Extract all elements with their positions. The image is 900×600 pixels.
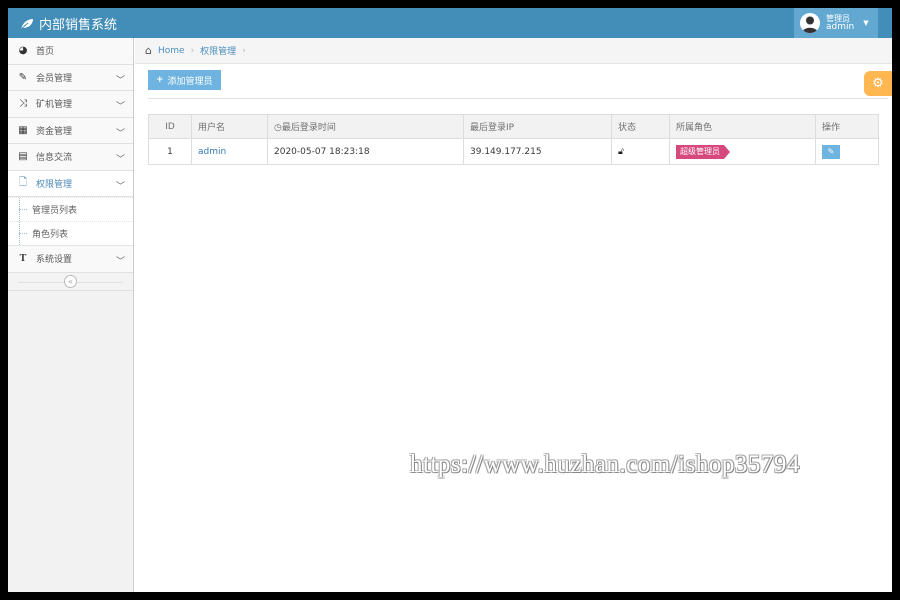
submenu-item-role-list[interactable]: 角色列表: [8, 221, 133, 245]
sidebar-item-label: 权限管理: [36, 179, 73, 190]
list-alt-icon: ▤: [18, 151, 28, 163]
sidebar-item-funds[interactable]: ▦ 资金管理 ﹀: [8, 117, 133, 144]
chevron-down-icon: ﹀: [115, 257, 125, 267]
calendar-icon: ▦: [18, 124, 28, 136]
sidebar-item-label: 矿机管理: [36, 100, 73, 111]
home-icon: ⌂: [145, 44, 152, 57]
sidebar-item-messages[interactable]: ▤ 信息交流 ﹀: [8, 144, 133, 171]
breadcrumb-current[interactable]: 权限管理: [200, 44, 236, 57]
app-title: 内部销售系统: [39, 18, 118, 33]
navbar: 内部销售系统 管理员 admin ▼: [8, 8, 892, 38]
col-ip[interactable]: 最后登录IP: [463, 114, 612, 139]
chevron-down-icon: ﹀: [115, 128, 125, 139]
sidebar-item-label: 系统设置: [36, 255, 73, 266]
pencil-square-icon: ✎: [18, 71, 28, 83]
sidebar-item-members[interactable]: ✎ 会员管理 ﹀: [8, 64, 133, 91]
sidebar: ◕ 首页 ✎ 会员管理 ﹀ ⤨ 矿机管理 ﹀ ▦ 资金管理 ﹀ ▤ 信息交流 ﹀…: [8, 38, 134, 592]
col-id[interactable]: ID: [148, 114, 192, 139]
role-badge: 超级管理员: [676, 144, 730, 159]
app-frame: 内部销售系统 管理员 admin ▼ ◕ 首页 ✎ 会员管理 ﹀ ⤨ 矿机管理 …: [8, 8, 892, 592]
text-height-icon: T: [19, 253, 27, 265]
file-icon: 🗋: [18, 176, 28, 188]
col-last-login-label: 最后登录时间: [281, 123, 336, 133]
submenu-permissions: 管理员列表 角色列表: [8, 197, 133, 246]
admin-table: ID 用户名 ◷最后登录时间 最后登录IP 状态 所属角色 操作 1 admin…: [148, 114, 879, 165]
dashboard-icon: ◕: [18, 45, 28, 57]
sidebar-item-settings[interactable]: T 系统设置 ﹀: [8, 246, 133, 273]
col-role[interactable]: 所属角色: [669, 114, 816, 139]
user-icon: [802, 16, 818, 33]
cell-last-login: 2020-05-07 18:23:18: [267, 138, 464, 165]
breadcrumb-separator-icon: ›: [190, 45, 195, 56]
leaf-icon: [20, 18, 33, 29]
gear-icon: ⚙: [872, 76, 884, 91]
sidebar-item-label: 信息交流: [36, 153, 73, 164]
sidebar-item-home[interactable]: ◕ 首页: [8, 38, 133, 65]
edit-button[interactable]: ✎: [822, 144, 840, 159]
user-name: admin: [826, 22, 855, 32]
sidebar-item-label: 会员管理: [36, 73, 73, 84]
sidebar-item-miners[interactable]: ⤨ 矿机管理 ﹀: [8, 91, 133, 118]
cell-id: 1: [148, 138, 192, 165]
username-link[interactable]: admin: [198, 147, 226, 157]
cell-ip: 39.149.177.215: [463, 138, 612, 165]
chevron-down-icon: ﹀: [115, 75, 125, 86]
edit-icon: ✎: [827, 146, 835, 156]
clock-icon: ◷: [274, 123, 282, 133]
chevron-down-icon: ﹀: [115, 155, 125, 165]
sidebar-collapse-button[interactable]: «: [64, 274, 77, 288]
col-last-login[interactable]: ◷最后登录时间: [267, 114, 464, 139]
add-admin-button[interactable]: + 添加管理员: [148, 70, 221, 90]
plus-icon: +: [156, 75, 164, 85]
sidebar-item-label: 首页: [36, 47, 55, 58]
sidebar-item-label: 资金管理: [36, 126, 73, 137]
table-header-row: ID 用户名 ◷最后登录时间 最后登录IP 状态 所属角色 操作: [148, 114, 879, 139]
chevron-down-icon: ﹀: [115, 181, 125, 192]
cell-actions: ✎: [815, 138, 879, 165]
breadcrumb-home[interactable]: Home: [158, 46, 185, 56]
divider: [148, 98, 888, 99]
settings-gear-button[interactable]: ⚙: [864, 71, 892, 96]
avatar: [800, 13, 820, 33]
col-actions[interactable]: 操作: [815, 114, 879, 139]
cell-role: 超级管理员: [669, 138, 816, 165]
random-icon: ⤨: [19, 98, 27, 110]
toolbar: + 添加管理员 ⚙: [135, 64, 892, 100]
breadcrumb: ⌂ Home › 权限管理 ›: [135, 38, 892, 64]
user-info: 管理员 admin: [826, 14, 854, 32]
sidebar-item-permissions[interactable]: 🗋 权限管理 ﹀: [8, 170, 133, 197]
add-admin-label: 添加管理员: [167, 76, 213, 87]
cell-username: admin: [191, 138, 268, 165]
cell-status: 🔓︎: [611, 138, 670, 165]
submenu-item-admin-list[interactable]: 管理员列表: [8, 197, 133, 221]
chevron-down-icon: ﹀: [115, 102, 125, 112]
unlock-icon[interactable]: 🔓︎: [618, 147, 624, 157]
brand[interactable]: 内部销售系统: [20, 14, 117, 33]
sidebar-collapse-bar: «: [8, 272, 133, 291]
breadcrumb-separator-icon: ›: [242, 45, 246, 56]
table-row: 1 admin 2020-05-07 18:23:18 39.149.177.2…: [148, 138, 879, 165]
main-content: ⌂ Home › 权限管理 › + 添加管理员 ⚙ ID 用户名 ◷最后登录时间: [135, 38, 892, 592]
col-status[interactable]: 状态: [611, 114, 670, 139]
watermark: https://www.huzhan.com/ishop35794: [410, 451, 800, 478]
caret-down-icon: ▼: [863, 19, 869, 27]
user-menu[interactable]: 管理员 admin ▼: [794, 8, 878, 38]
col-username[interactable]: 用户名: [191, 114, 268, 139]
